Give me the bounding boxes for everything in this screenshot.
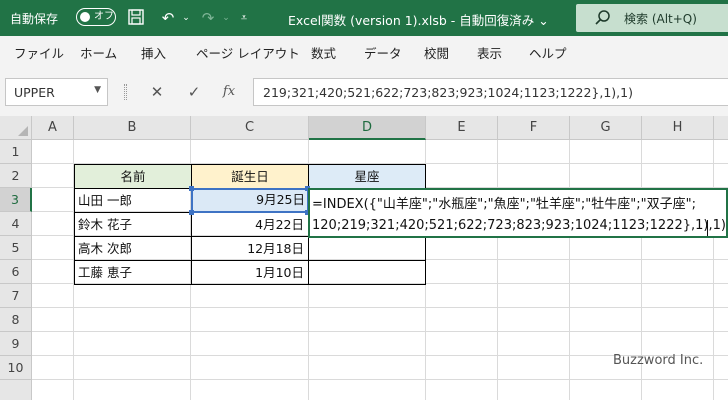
- formula-text: 219;321;420;521;622;723;823;923;1024;112…: [263, 85, 633, 100]
- text-caret: [707, 220, 708, 236]
- tab-view[interactable]: 表示: [477, 43, 502, 62]
- column-header-c[interactable]: C: [191, 116, 309, 140]
- window-title[interactable]: Excel関数 (version 1).xlsb - 自動回復済み ⌄: [288, 10, 549, 29]
- gridline: [569, 140, 570, 400]
- enter-icon[interactable]: ✓: [183, 82, 205, 102]
- gridline: [32, 307, 728, 308]
- autosave-label: 自動保存: [10, 12, 59, 26]
- search-placeholder: 検索 (Alt+Q): [624, 12, 697, 26]
- row-header-11[interactable]: [0, 380, 32, 400]
- tab-review[interactable]: 校閲: [424, 43, 449, 62]
- cell-b3[interactable]: 山田 一郎: [74, 188, 192, 213]
- gridline: [713, 140, 714, 400]
- cell-b4[interactable]: 鈴木 花子: [74, 212, 192, 237]
- row-header-6[interactable]: 6: [0, 260, 32, 284]
- undo-icon[interactable]: ↶: [158, 8, 178, 28]
- row-header-5[interactable]: 5: [0, 236, 32, 260]
- row-header-7[interactable]: 7: [0, 284, 32, 308]
- column-header-e[interactable]: E: [426, 116, 498, 140]
- redo-icon[interactable]: ↷: [198, 8, 218, 28]
- tab-help[interactable]: ヘルプ: [529, 43, 567, 62]
- column-header-h[interactable]: H: [642, 116, 714, 140]
- editor-line-1: =INDEX({"山羊座";"水瓶座";"魚座";"牡羊座";"牡牛座";"双子…: [312, 197, 696, 212]
- tab-file[interactable]: ファイル: [14, 43, 64, 62]
- name-box-value: UPPER: [14, 85, 55, 100]
- cell-d2-header-sign[interactable]: 星座: [308, 164, 426, 189]
- search-box[interactable]: 検索 (Alt+Q): [576, 4, 728, 32]
- cell-c5[interactable]: 12月18日: [191, 236, 309, 261]
- watermark: Buzzword Inc.: [613, 353, 704, 368]
- tab-page-layout[interactable]: ページ レイアウト: [196, 43, 300, 62]
- cell-c6[interactable]: 1月10日: [191, 260, 309, 285]
- cell-b2-header-name[interactable]: 名前: [74, 164, 192, 189]
- redo-dropdown-icon[interactable]: ⌄: [216, 8, 236, 28]
- column-header-g[interactable]: G: [570, 116, 642, 140]
- autosave-toggle[interactable]: オフ: [76, 8, 116, 26]
- insert-function-icon[interactable]: fx: [218, 82, 240, 102]
- worksheet-grid[interactable]: A B C D E F G H 1 2 3 4 5 6 7 8 9 10 名前 …: [0, 110, 728, 400]
- row-header-2[interactable]: 2: [0, 164, 32, 188]
- customize-quick-access-icon[interactable]: ⩡: [234, 8, 254, 28]
- column-header-i[interactable]: [714, 116, 728, 140]
- cell-d5[interactable]: [308, 236, 426, 261]
- tab-data[interactable]: データ: [364, 43, 402, 62]
- formula-bar: UPPER ▼ ✕ ✓ fx 219;321;420;521;622;723;8…: [0, 74, 728, 110]
- column-header-b[interactable]: B: [74, 116, 191, 140]
- gridline: [32, 331, 728, 332]
- row-header-1[interactable]: 1: [0, 140, 32, 164]
- row-header-9[interactable]: 9: [0, 332, 32, 356]
- cell-d6[interactable]: [308, 260, 426, 285]
- tab-formulas[interactable]: 数式: [311, 43, 336, 62]
- name-box[interactable]: UPPER ▼: [5, 78, 108, 106]
- cell-b6[interactable]: 工藤 恵子: [74, 260, 192, 285]
- search-icon: [595, 10, 610, 25]
- ribbon-divider: [0, 66, 728, 74]
- cancel-icon[interactable]: ✕: [146, 82, 168, 102]
- editor-line-2: 120;219;321;420;521;622;723;823;923;1024…: [312, 218, 726, 233]
- save-icon[interactable]: [126, 8, 146, 28]
- formula-bar-splitter[interactable]: [124, 84, 127, 100]
- column-header-d[interactable]: D: [309, 116, 426, 140]
- autosave-toggle-state: オフ: [94, 11, 114, 22]
- row-header-3[interactable]: 3: [0, 188, 32, 212]
- row-header-8[interactable]: 8: [0, 308, 32, 332]
- ribbon-tabs: ファイル ホーム 挿入 ページ レイアウト 数式 データ 校閲 表示 ヘルプ: [0, 36, 728, 66]
- row-header-4[interactable]: 4: [0, 212, 32, 236]
- cell-c3[interactable]: 9月25日: [191, 188, 309, 213]
- row-header-10[interactable]: 10: [0, 356, 32, 380]
- gridline: [32, 379, 728, 380]
- column-header-f[interactable]: F: [498, 116, 570, 140]
- chevron-down-icon[interactable]: ▼: [94, 85, 101, 95]
- title-bar: 自動保存 オフ ↶ ⌄ ↷ ⌄ ⩡ Excel関数 (version 1).xl…: [0, 0, 728, 36]
- undo-dropdown-icon[interactable]: ⌄: [176, 8, 196, 28]
- range-handle[interactable]: [189, 186, 194, 191]
- cell-c4[interactable]: 4月22日: [191, 212, 309, 237]
- column-header-a[interactable]: A: [32, 116, 74, 140]
- toggle-knob: [80, 12, 90, 22]
- cell-c2-header-birthday[interactable]: 誕生日: [191, 164, 309, 189]
- select-all-button[interactable]: [0, 116, 32, 140]
- gridline: [497, 140, 498, 400]
- tab-home[interactable]: ホーム: [80, 43, 117, 62]
- formula-input[interactable]: 219;321;420;521;622;723;823;923;1024;112…: [253, 78, 728, 106]
- tab-insert[interactable]: 挿入: [141, 43, 166, 62]
- range-handle[interactable]: [189, 210, 194, 215]
- cell-b5[interactable]: 高木 次郎: [74, 236, 192, 261]
